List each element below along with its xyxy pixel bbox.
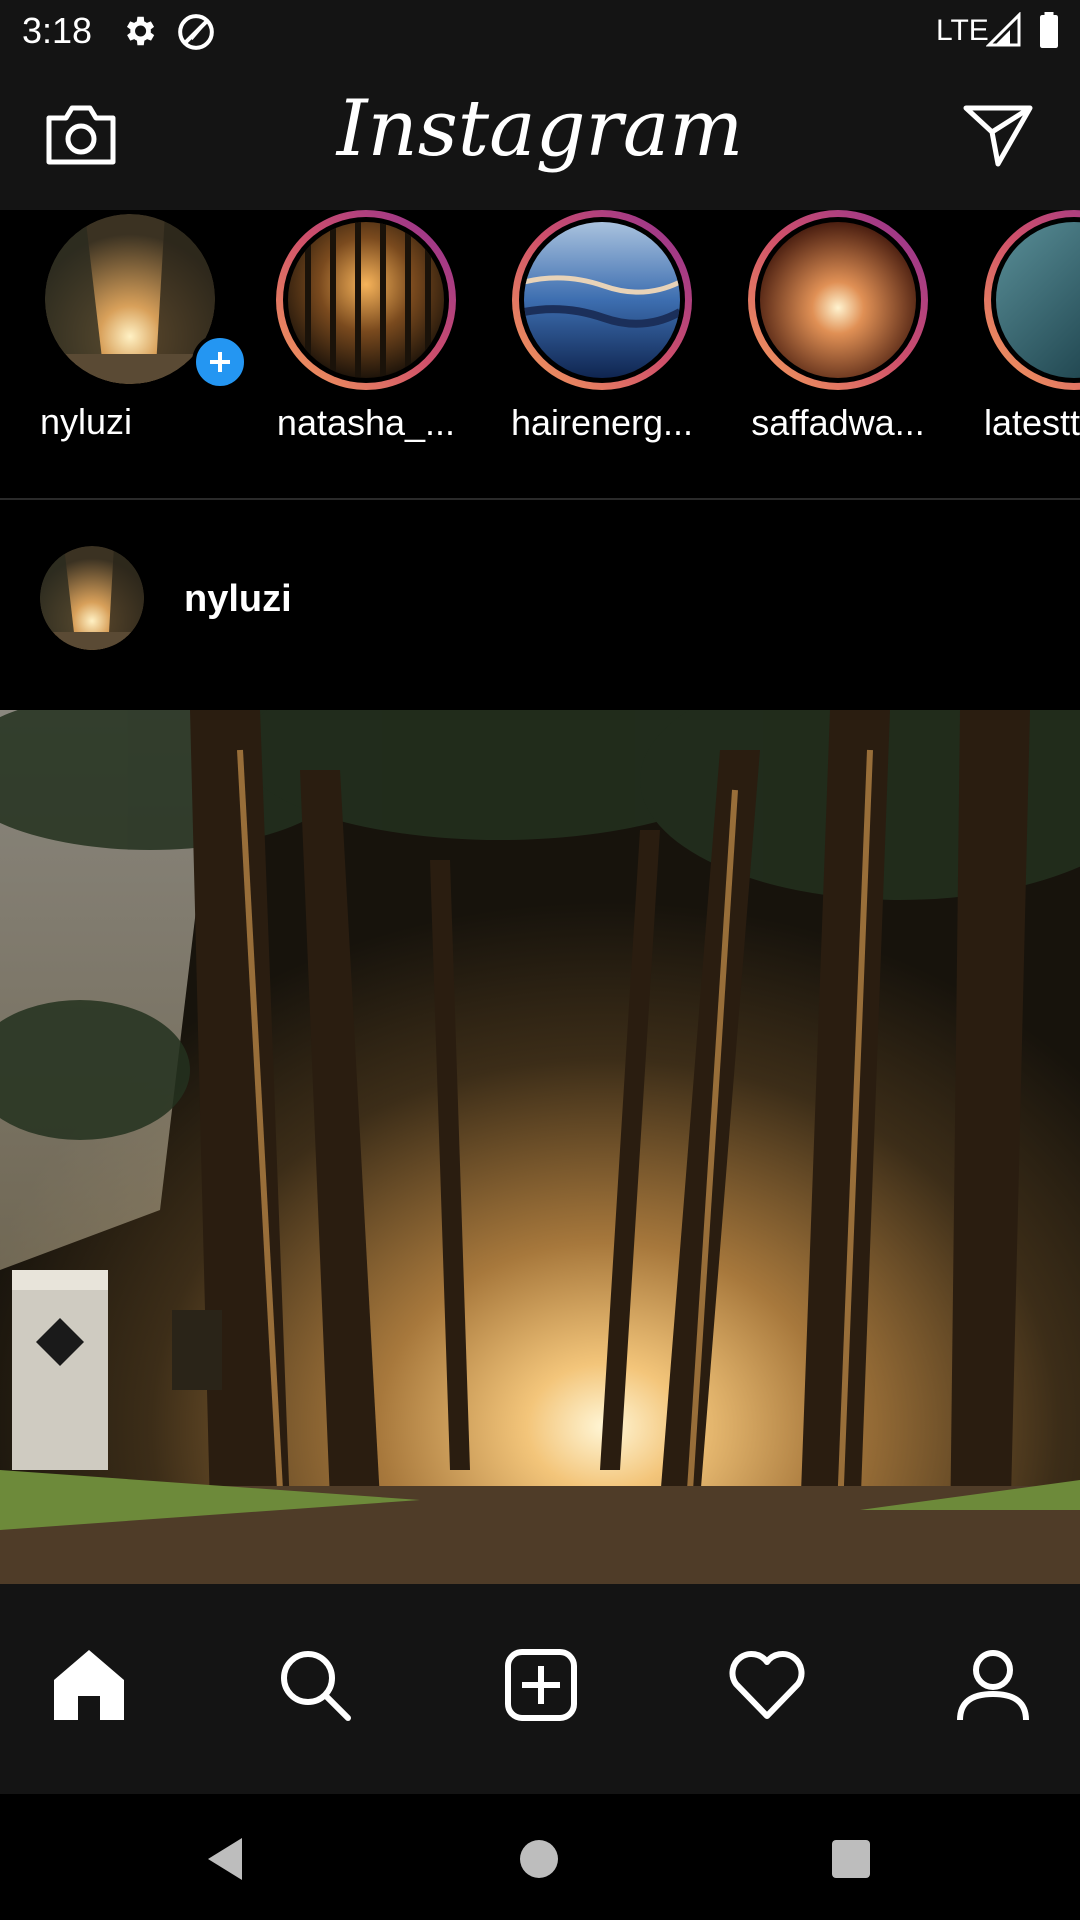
story-thumbnail bbox=[760, 222, 916, 378]
app-title: Instagram bbox=[336, 84, 744, 174]
back-icon[interactable] bbox=[202, 1834, 248, 1884]
status-bar: 3:18 LTE bbox=[0, 0, 1080, 62]
add-story-button[interactable] bbox=[192, 334, 248, 390]
plus-icon bbox=[210, 352, 230, 372]
story-item-own[interactable]: nyluzi bbox=[30, 210, 248, 443]
send-icon[interactable] bbox=[962, 102, 1034, 168]
stories-tray: nyluzi natasha_... hairenerg... saffadwa… bbox=[0, 210, 1080, 498]
forest-tunnel-photo bbox=[0, 710, 1080, 1584]
story-label: latestt bbox=[984, 402, 1080, 443]
post-header: nyluzi bbox=[0, 500, 1080, 710]
status-time: 3:18 bbox=[22, 10, 93, 51]
bottom-nav bbox=[0, 1584, 1080, 1794]
story-label: natasha_... bbox=[276, 402, 456, 443]
story-item[interactable]: natasha_... bbox=[266, 210, 466, 444]
post-username[interactable]: nyluzi bbox=[184, 578, 292, 621]
signal-icon bbox=[986, 12, 1021, 47]
heart-icon[interactable] bbox=[726, 1644, 808, 1726]
story-thumbnail bbox=[288, 222, 444, 378]
avatar[interactable] bbox=[40, 546, 144, 650]
battery-icon bbox=[1040, 12, 1058, 48]
story-item[interactable]: saffadwa... bbox=[738, 210, 938, 444]
story-label: nyluzi bbox=[40, 401, 133, 442]
post-image[interactable] bbox=[0, 710, 1080, 1584]
recents-icon[interactable] bbox=[832, 1840, 870, 1878]
gear-icon bbox=[126, 16, 155, 46]
network-type: LTE bbox=[936, 14, 989, 47]
app-bar: Instagram bbox=[0, 62, 1080, 210]
add-post-icon[interactable] bbox=[500, 1644, 582, 1726]
story-label: hairenerg... bbox=[510, 402, 694, 443]
story-thumbnail bbox=[996, 222, 1080, 378]
story-thumbnail bbox=[524, 222, 680, 378]
avatar bbox=[45, 214, 215, 384]
system-nav-bar bbox=[0, 1794, 1080, 1920]
home-icon[interactable] bbox=[48, 1644, 130, 1726]
story-item[interactable]: hairenerg... bbox=[502, 210, 702, 444]
search-icon[interactable] bbox=[274, 1644, 356, 1726]
story-item[interactable]: latestt bbox=[974, 210, 1080, 444]
do-not-disturb-icon bbox=[178, 14, 214, 50]
home-circle-icon[interactable] bbox=[520, 1840, 558, 1878]
story-label: saffadwa... bbox=[751, 402, 925, 443]
profile-icon[interactable] bbox=[952, 1644, 1034, 1726]
